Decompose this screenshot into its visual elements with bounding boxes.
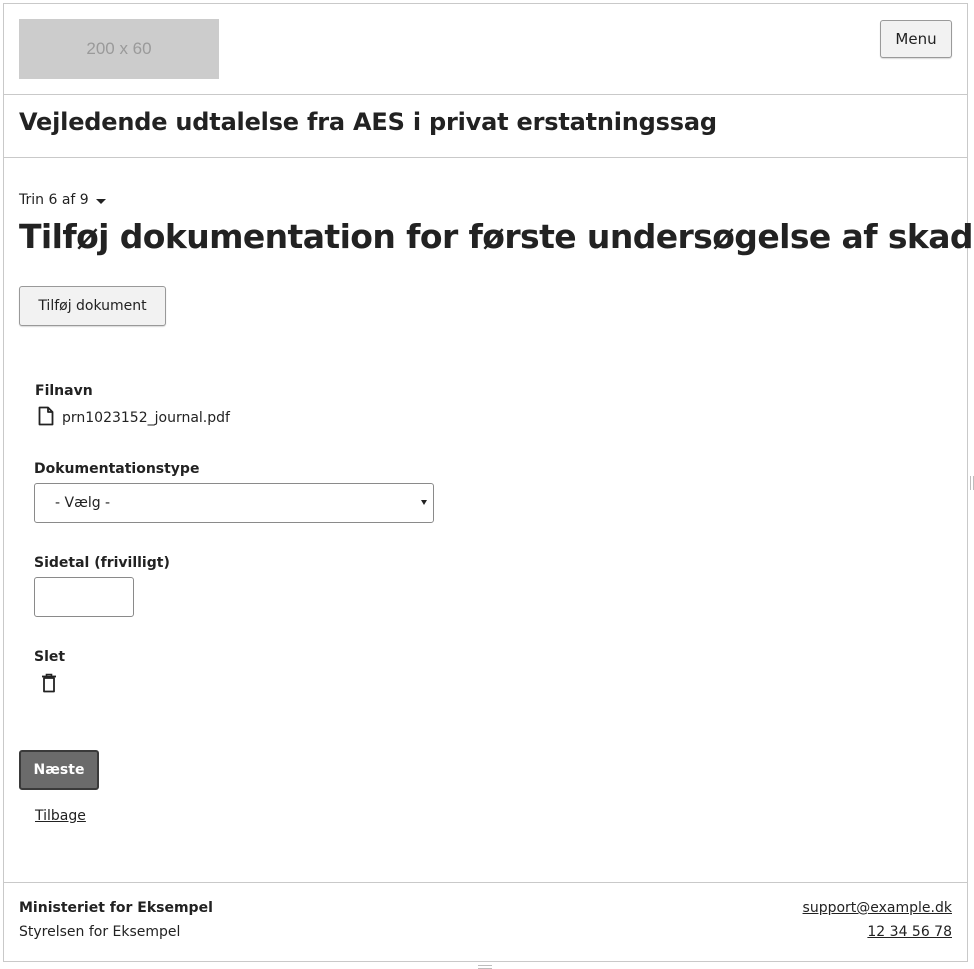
delete-label: Slet: [34, 649, 66, 665]
next-button[interactable]: Næste: [19, 750, 99, 790]
logo-placeholder: 200 x 60: [19, 19, 219, 79]
logo-text: 200 x 60: [86, 39, 152, 58]
file-icon: [38, 406, 54, 430]
doc-type-label: Dokumentationstype: [34, 461, 200, 477]
footer-org-name: Ministeriet for Eksempel: [19, 900, 213, 916]
page-number-input[interactable]: [34, 577, 134, 617]
filename-value: prn1023152_journal.pdf: [62, 410, 230, 426]
support-email-link[interactable]: support@example.dk: [803, 900, 952, 916]
filename-label: Filnavn: [35, 383, 93, 399]
back-link[interactable]: Tilbage: [35, 808, 86, 824]
service-title: Vejledende udtalelse fra AES i privat er…: [19, 108, 717, 136]
header-divider: [3, 94, 968, 95]
file-entry: prn1023152_journal.pdf: [38, 406, 230, 430]
doc-type-select[interactable]: - Vælg -: [34, 483, 434, 523]
menu-button[interactable]: Menu: [880, 20, 952, 58]
support-phone-link[interactable]: 12 34 56 78: [867, 924, 952, 940]
footer-divider: [3, 882, 968, 883]
footer-agency-name: Styrelsen for Eksempel: [19, 924, 181, 940]
page-title: Tilføj dokumentation for første undersøg…: [19, 217, 974, 256]
doc-type-selected-value: - Vælg -: [55, 495, 111, 511]
resize-handle-bottom[interactable]: [478, 965, 492, 969]
step-indicator[interactable]: Trin 6 af 9: [19, 192, 106, 208]
add-document-button[interactable]: Tilføj dokument: [19, 286, 166, 326]
step-label: Trin 6 af 9: [19, 192, 89, 208]
resize-handle-right[interactable]: [970, 476, 974, 490]
dropdown-arrow-icon: [421, 500, 427, 505]
title-divider: [3, 157, 968, 158]
page-number-label: Sidetal (frivilligt): [34, 555, 170, 571]
caret-down-icon: [95, 198, 106, 204]
trash-icon[interactable]: [41, 673, 57, 697]
